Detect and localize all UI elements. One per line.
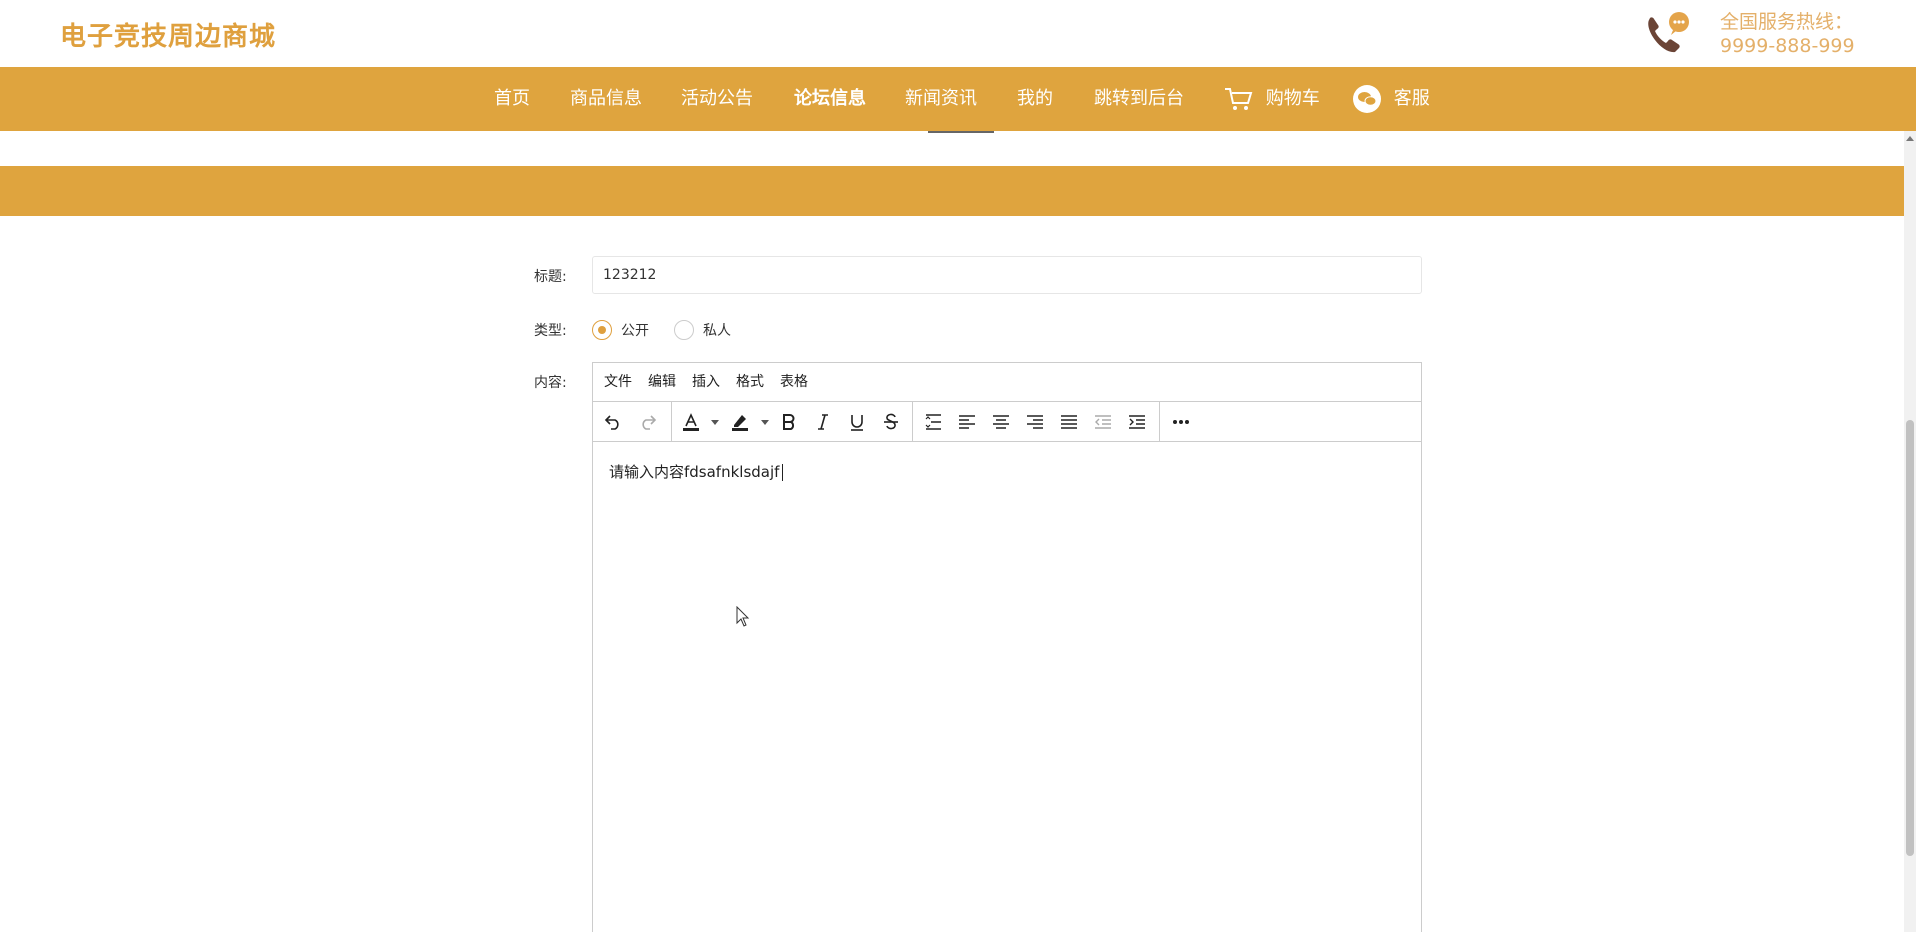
- radio-label-private: 私人: [703, 323, 731, 339]
- menu-edit[interactable]: 编辑: [648, 363, 676, 402]
- nav-item-announcements[interactable]: 活动公告: [681, 67, 753, 131]
- type-radio-private[interactable]: 私人: [674, 320, 731, 340]
- radio-unchecked-icon: [674, 320, 694, 340]
- site-brand[interactable]: 电子竞技周边商城: [60, 16, 276, 53]
- nav-item-products[interactable]: 商品信息: [570, 67, 642, 131]
- toolbar-separator: [912, 402, 913, 442]
- top-header: 电子竞技周边商城 全国服务热线： 9999-888-999: [0, 0, 1916, 67]
- indent-icon[interactable]: [1125, 410, 1149, 434]
- nav-service-label: 客服: [1393, 88, 1430, 109]
- scroll-up-arrow[interactable]: [1906, 136, 1914, 141]
- underline-icon[interactable]: [845, 410, 869, 434]
- text-cursor: [782, 464, 784, 481]
- undo-icon[interactable]: [601, 410, 625, 434]
- nav-cart-label: 购物车: [1265, 88, 1320, 109]
- title-label: 标题:: [534, 269, 567, 285]
- menu-insert[interactable]: 插入: [692, 363, 720, 402]
- editor-text: 请输入内容fdsafnklsdajf: [609, 463, 780, 481]
- editor-toolbar: [593, 402, 1421, 442]
- nav-item-service[interactable]: 客服: [1352, 67, 1430, 131]
- cart-icon: [1224, 88, 1266, 110]
- font-color-icon[interactable]: [679, 410, 703, 434]
- radio-label-public: 公开: [621, 323, 649, 339]
- nav-item-news[interactable]: 新闻资讯: [905, 67, 977, 131]
- radio-checked-icon: [592, 320, 612, 340]
- more-icon[interactable]: [1169, 410, 1193, 434]
- type-radio-public[interactable]: 公开: [592, 320, 649, 340]
- nav-item-mine[interactable]: 我的: [1017, 67, 1053, 131]
- toolbar-separator: [1159, 402, 1160, 442]
- redo-icon[interactable]: [636, 410, 660, 434]
- nav-item-home[interactable]: 首页: [494, 67, 530, 131]
- section-banner: [0, 166, 1904, 216]
- hotline-label: 全国服务热线：: [1720, 11, 1854, 33]
- strikethrough-icon[interactable]: [879, 410, 903, 434]
- menu-file[interactable]: 文件: [604, 363, 632, 402]
- editor-menubar: 文件 编辑 插入 格式 表格: [593, 363, 1421, 402]
- align-center-icon[interactable]: [989, 410, 1013, 434]
- mouse-cursor-icon: [736, 605, 750, 632]
- line-height-icon[interactable]: [921, 410, 945, 434]
- chevron-down-icon[interactable]: [711, 420, 719, 425]
- title-input[interactable]: 123212: [592, 256, 1422, 294]
- italic-icon[interactable]: [811, 410, 835, 434]
- highlight-icon[interactable]: [728, 410, 752, 434]
- nav-item-forum[interactable]: 论坛信息: [794, 67, 866, 131]
- bold-icon[interactable]: [777, 410, 801, 434]
- wechat-icon: [1352, 85, 1394, 113]
- outdent-icon[interactable]: [1091, 410, 1115, 434]
- toolbar-separator: [671, 402, 672, 442]
- main-nav: 首页 商品信息 活动公告 论坛信息 新闻资讯 我的 跳转到后台 购物车 客服: [0, 67, 1916, 131]
- type-label: 类型:: [534, 323, 567, 339]
- align-justify-icon[interactable]: [1057, 410, 1081, 434]
- chevron-down-icon[interactable]: [761, 420, 769, 425]
- nav-item-cart[interactable]: 购物车: [1224, 67, 1320, 131]
- menu-format[interactable]: 格式: [736, 363, 764, 402]
- content-label: 内容:: [534, 375, 567, 391]
- page: 电子竞技周边商城 全国服务热线： 9999-888-999 首页 商品信息 活动…: [0, 0, 1916, 932]
- align-right-icon[interactable]: [1023, 410, 1047, 434]
- hotline-number: 9999-888-999: [1720, 35, 1855, 57]
- align-left-icon[interactable]: [955, 410, 979, 434]
- active-nav-indicator: [928, 131, 994, 133]
- phone-chat-icon: [1643, 10, 1691, 56]
- scrollbar-thumb[interactable]: [1906, 420, 1914, 856]
- hotline: 全国服务热线： 9999-888-999: [1720, 10, 1855, 58]
- rich-text-editor: 文件 编辑 插入 格式 表格 请输入内容fdsafnklsdajf: [592, 362, 1422, 932]
- editor-content[interactable]: 请输入内容fdsafnklsdajf: [609, 461, 784, 482]
- nav-item-admin[interactable]: 跳转到后台: [1094, 67, 1184, 131]
- menu-table[interactable]: 表格: [780, 363, 808, 402]
